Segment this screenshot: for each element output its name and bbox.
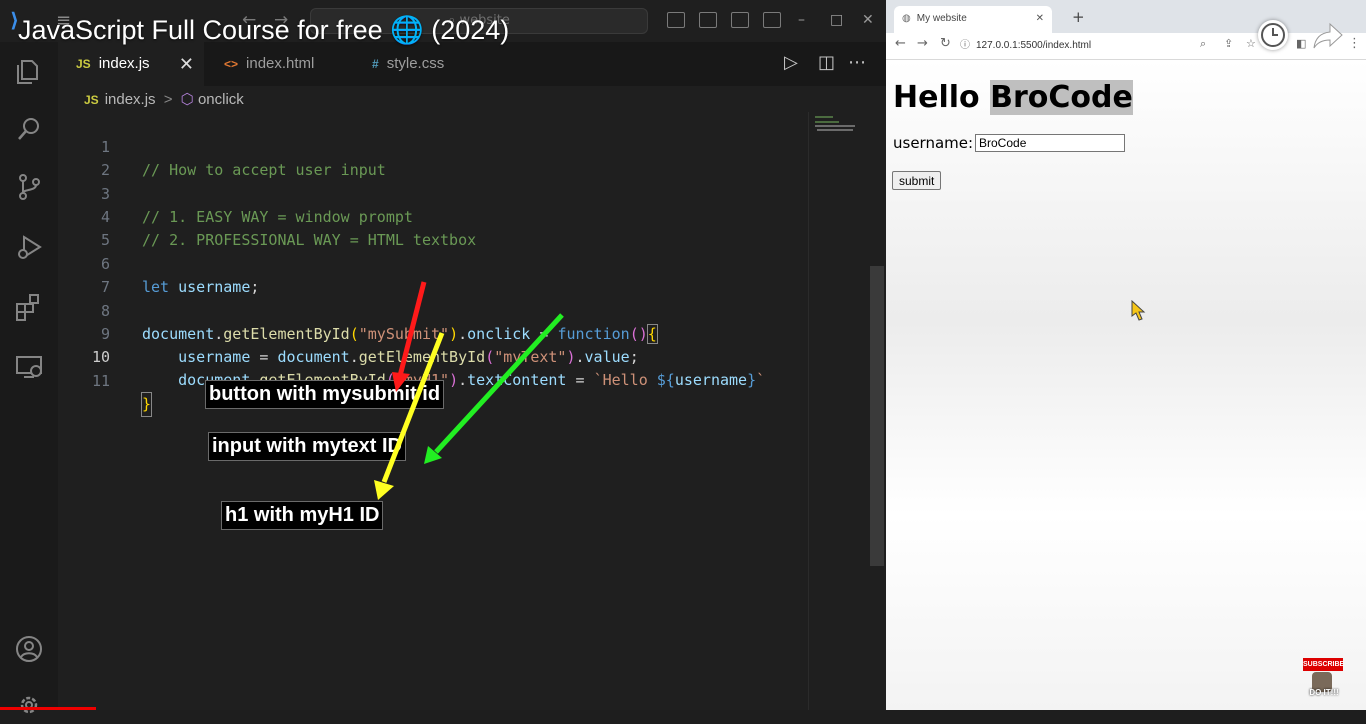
html-file-icon: <> xyxy=(224,57,239,71)
new-tab-button[interactable]: + xyxy=(1072,8,1085,26)
menu-dots-icon[interactable]: ⋮ xyxy=(1348,36,1361,51)
code-line: 4 // 2. PROFESSIONAL WAY = HTML textbox xyxy=(58,183,476,249)
code-line: 8 document.getElementById("mySubmit").on… xyxy=(58,277,658,344)
code-line: 7 xyxy=(58,253,112,296)
zoom-icon[interactable]: ⌕ xyxy=(1200,37,1206,51)
breadcrumb-separator: > xyxy=(163,91,173,108)
extensions-icon[interactable] xyxy=(14,292,44,322)
line-code: let username; xyxy=(142,278,260,296)
code-line: 2 xyxy=(58,136,112,179)
line-code: // 1. EASY WAY = window prompt xyxy=(142,208,413,226)
code-line: 6 let username; xyxy=(58,230,259,296)
line-code: // How to accept user input xyxy=(142,161,386,179)
tab-label: index.html xyxy=(246,55,315,72)
reload-icon[interactable]: ↻ xyxy=(940,36,951,51)
username-input[interactable] xyxy=(975,134,1125,152)
remote-explorer-icon[interactable] xyxy=(14,352,44,382)
watch-later-icon[interactable] xyxy=(1258,20,1288,50)
line-code: document.getElementById("mySubmit").oncl… xyxy=(142,324,658,344)
css-file-icon: # xyxy=(372,57,379,71)
activity-bar xyxy=(0,42,58,714)
settings-gear-icon[interactable] xyxy=(14,690,44,720)
more-actions-icon[interactable]: ⋯ xyxy=(848,52,866,73)
vertical-scrollbar[interactable] xyxy=(870,112,884,710)
subscribe-text: SUBSCRIBE xyxy=(1303,661,1345,668)
breadcrumb: JS index.js > ⬡ onclick xyxy=(84,90,244,110)
customize-layout-icon[interactable] xyxy=(763,12,781,28)
username-label: username: xyxy=(893,134,974,152)
page-heading: Hello BroCode xyxy=(893,80,1133,115)
line-code: } xyxy=(140,392,153,417)
code-line: 9 username = document.getElementById("my… xyxy=(58,300,639,366)
close-tab-icon[interactable]: ✕ xyxy=(179,42,194,86)
heading-name: BroCode xyxy=(990,80,1133,115)
sidepanel-icon[interactable]: ◧ xyxy=(1296,37,1306,50)
scrollbar-thumb[interactable] xyxy=(870,266,884,566)
toggle-secondary-sidebar-icon[interactable] xyxy=(731,12,749,28)
toggle-panel-icon[interactable] xyxy=(699,12,717,28)
tab-index-html[interactable]: <> index.html xyxy=(206,42,354,86)
code-line: 10 document.getElementById("myH1").textC… xyxy=(58,323,765,389)
explorer-icon[interactable] xyxy=(14,56,44,86)
subscribe-badge[interactable]: SUBSCRIBE xyxy=(1303,658,1345,671)
code-line: 1 // How to accept user input xyxy=(58,113,386,179)
line-code: username = document.getElementById("myTe… xyxy=(178,348,639,366)
split-editor-icon[interactable]: ◫ xyxy=(818,52,835,73)
line-code: // 2. PROFESSIONAL WAY = HTML textbox xyxy=(142,231,477,249)
back-icon[interactable]: ← xyxy=(895,36,906,51)
mouse-cursor-icon xyxy=(1131,300,1146,321)
breadcrumb-symbol[interactable]: onclick xyxy=(198,91,244,108)
share-arrow-icon[interactable] xyxy=(1312,20,1344,54)
address-url: 127.0.0.1:5500/index.html xyxy=(976,40,1092,51)
code-line: 3 // 1. EASY WAY = window prompt xyxy=(58,160,413,226)
code-line: 11 } xyxy=(58,347,153,417)
video-title: JavaScript Full Course for free 🌐 (2024) xyxy=(18,15,510,45)
close-tab-icon[interactable]: ✕ xyxy=(1036,6,1044,31)
minimap[interactable] xyxy=(808,112,871,710)
close-window-button[interactable]: ✕ xyxy=(862,12,874,28)
tab-label: style.css xyxy=(386,55,445,72)
address-bar[interactable]: ⓘ 127.0.0.1:5500/index.html xyxy=(960,36,1260,56)
globe-icon: ◍ xyxy=(902,13,911,24)
bookmark-star-icon[interactable]: ☆ xyxy=(1246,37,1256,50)
callout-input: input with mytext ID xyxy=(208,432,406,461)
browser-toolbar: ← → ↻ ⓘ 127.0.0.1:5500/index.html ⌕ ⇪ ☆ ◧… xyxy=(886,33,1366,60)
browser-tab[interactable]: ◍ My website ✕ xyxy=(894,6,1052,33)
accounts-icon[interactable] xyxy=(14,634,44,664)
code-line: 5 xyxy=(58,206,112,249)
code-editor[interactable]: 1 // How to accept user input 2 3 // 1. … xyxy=(58,112,808,710)
callout-h1: h1 with myH1 ID xyxy=(221,501,384,530)
editor-tabs: JS index.js ✕ <> index.html # style.css ▷ ◫… xyxy=(58,42,886,86)
webpage-content: Hello BroCode username: submit SUBSCRIBE… xyxy=(886,60,1366,710)
site-info-icon: ⓘ xyxy=(960,40,970,51)
maximize-button[interactable]: □ xyxy=(830,12,843,28)
tab-index-js[interactable]: JS index.js ✕ xyxy=(58,42,204,86)
source-control-icon[interactable] xyxy=(14,172,44,202)
run-debug-icon[interactable] xyxy=(14,232,44,262)
symbol-icon: ⬡ xyxy=(180,91,194,108)
breadcrumb-file[interactable]: index.js xyxy=(105,91,156,108)
submit-button[interactable]: submit xyxy=(892,171,942,190)
browser-window: ◍ My website ✕ + ← → ↻ ⓘ 127.0.0.1:5500/in… xyxy=(886,0,1366,710)
callout-button: button with mysubmit id xyxy=(205,380,445,409)
browser-tabstrip: ◍ My website ✕ + xyxy=(886,0,1366,33)
share-icon[interactable]: ⇪ xyxy=(1224,37,1233,50)
line-number: 11 xyxy=(91,372,110,390)
run-file-icon[interactable]: ▷ xyxy=(784,52,798,73)
tab-style-css[interactable]: # style.css xyxy=(354,42,500,86)
js-file-icon: JS xyxy=(76,57,91,71)
mascot-caption: DO IT!!! xyxy=(1309,688,1339,697)
minimize-button[interactable]: – xyxy=(798,12,805,28)
heading-prefix: Hello xyxy=(893,80,980,115)
js-file-icon: JS xyxy=(84,93,99,107)
tab-label: index.js xyxy=(98,55,150,72)
vscode-window: ⟩ ≡ ← → ⌕ website – □ ✕ JavaScript Full … xyxy=(0,0,886,714)
forward-icon[interactable]: → xyxy=(917,36,928,51)
search-sidebar-icon[interactable] xyxy=(14,114,44,144)
browser-tab-title: My website xyxy=(916,13,967,24)
toggle-sidebar-icon[interactable] xyxy=(667,12,685,28)
